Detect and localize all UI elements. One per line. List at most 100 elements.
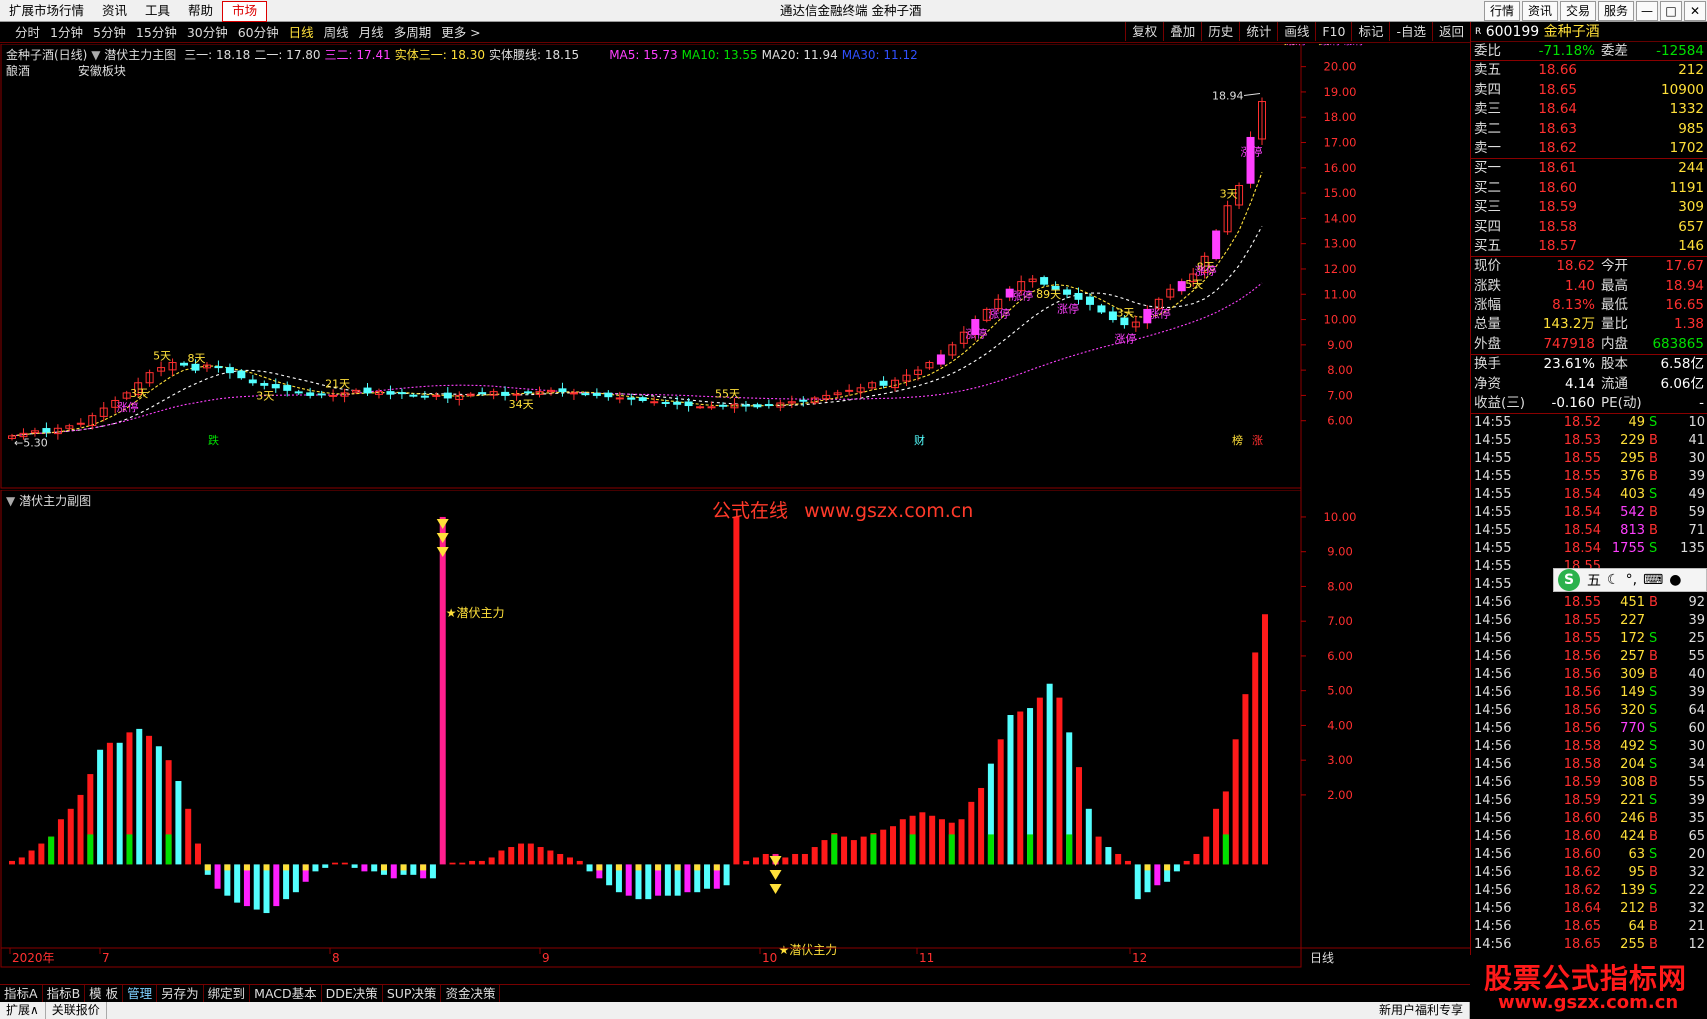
period-tab-2[interactable]: 5分钟 [88,22,131,43]
indicator-bar [1232,739,1239,865]
indicator-tab-8[interactable]: SUP决策 [383,985,442,1002]
trade-button[interactable]: 交易 [1559,1,1596,21]
title-bar: 扩展市场行情 资讯 工具 帮助 市场 通达信金融终端 金种子酒 行情 资讯 交易… [0,0,1707,22]
low-price-mark: ←5.30 [14,436,48,449]
candle-body [386,391,395,395]
day-count-label: 5天 [153,350,171,363]
indicator-tabs: 指标A 指标B 模 板管理 另存为 绑定到 MACD基本 DDE决策 SUP决策 资金决策 [0,984,1470,1002]
indicator-bar-yellow [596,864,603,871]
indicator-tab-7[interactable]: DDE决策 [322,985,383,1002]
candle-body [501,391,510,396]
ime-mode[interactable]: 五 [1584,570,1604,590]
promo-link[interactable]: 新用户福利专享 [1373,1002,1470,1019]
punct-icon[interactable]: °, [1623,572,1640,588]
quote-button[interactable]: 行情 [1483,1,1520,21]
menu-extended-market[interactable]: 扩展市场行情 [0,0,93,22]
action-button-5[interactable]: F10 [1315,22,1351,41]
expand-button[interactable]: 扩展∧ [0,1002,46,1019]
tick-list[interactable]: 14:55 18.52 49 S 10 14:55 18.53 229 B 41 14:55 18.5… [1471,414,1707,954]
action-button-0[interactable]: 复权 [1125,22,1163,41]
indicator-tab-4[interactable]: 另存为 [157,985,204,1002]
period-tab-6[interactable]: 日线 [284,22,319,43]
action-button-3[interactable]: 统计 [1239,22,1277,41]
indicator-bar [351,864,358,868]
event-tag[interactable]: 榜 [1232,433,1243,447]
indicator-tab-0[interactable]: 指标A [0,985,43,1002]
chevron-down-icon[interactable]: ▼ [91,48,100,62]
event-tag[interactable]: 财 [914,433,925,447]
menu-help[interactable]: 帮助 [179,0,222,22]
action-button-1[interactable]: 叠加 [1163,22,1201,41]
indicator-tab-5[interactable]: 绑定到 [204,985,251,1002]
candlestick-chart[interactable]: 20.00 19.00 18.00 17.00 16.00 15.00 14.00 13.00… [0,33,1470,490]
indicator-bar-yellow [302,864,309,871]
period-tab-8[interactable]: 月线 [354,22,389,43]
period-tab-0[interactable]: 分时 [10,22,45,43]
stat-row-2-value2: 16.65 [1665,297,1704,314]
minimize-icon[interactable]: — [1636,1,1658,21]
service-button[interactable]: 服务 [1597,1,1634,21]
period-tab-10[interactable]: 更多 > [436,22,485,43]
news-button[interactable]: 资讯 [1521,1,1558,21]
period-tab-7[interactable]: 周线 [319,22,354,43]
bid-row-1-label: 买二 [1474,179,1501,196]
indicator-tab-1[interactable]: 指标B [43,985,86,1002]
menu-tools[interactable]: 工具 [136,0,179,22]
weibi-value: -71.18% [1538,43,1595,59]
tick-time: 14:56 [1474,919,1512,935]
window-title: 通达信金融终端 金种子酒 [780,3,922,18]
tick-price: 18.60 [1563,829,1601,845]
period-tab-9[interactable]: 多周期 [389,22,437,43]
action-button-4[interactable]: 画线 [1277,22,1315,41]
action-button-6[interactable]: 标记 [1351,22,1389,41]
tick-count: 20 [1688,847,1705,863]
tick-side: S [1649,739,1658,755]
maximize-icon[interactable]: □ [1660,1,1682,21]
close-icon[interactable]: ✕ [1684,1,1706,21]
stat-row-1-label2: 最高 [1601,277,1628,294]
moon-icon[interactable]: ☾ [1604,572,1623,588]
menu-news[interactable]: 资讯 [93,0,136,22]
period-tab-5[interactable]: 60分钟 [233,22,284,43]
region-tag[interactable]: 安徽板块 [78,64,126,78]
period-tab-1[interactable]: 1分钟 [45,22,88,43]
indicator-bar-green [987,834,994,865]
action-button-7[interactable]: -自选 [1389,22,1432,41]
keyboard-icon[interactable]: ⌨ [1640,572,1666,588]
sub-indicator-name[interactable]: 潜伏主力副图 [19,494,91,508]
action-button-2[interactable]: 历史 [1201,22,1239,41]
bid-book: 买一 18.61 244 买二 18.60 1191 买三 18.59 309 买四 18.58 65… [1471,159,1707,258]
indicator-bar [116,742,123,865]
chevron-down-icon[interactable]: ▼ [6,494,15,508]
candle-body [581,393,590,396]
fund-row-2-value: -0.160 [1551,395,1595,412]
main-chart-panel[interactable]: 20.00 19.00 18.00 17.00 16.00 15.00 14.00 13.00… [0,33,1470,490]
user-icon[interactable]: ● [1666,572,1684,588]
indicator-tab-9[interactable]: 资金决策 [441,985,501,1002]
period-tab-3[interactable]: 15分钟 [131,22,182,43]
related-quotes-button[interactable]: 关联报价 [46,1002,107,1019]
tick-count: 41 [1688,433,1705,449]
indicator-tab-3[interactable]: 管理 [123,985,158,1002]
sub-chart-panel[interactable]: 10.00 9.00 8.00 7.00 6.00 5.00 4.00 3.00 2.00 ★潜伏… [0,489,1470,984]
sogou-logo-icon[interactable]: S [1558,569,1580,591]
stat-row-1-label: 涨跌 [1474,277,1501,294]
title-right-buttons: 行情 资讯 交易 服务 — □ ✕ [1483,0,1707,22]
candle-body [764,404,773,407]
event-tag[interactable]: 涨 [1252,434,1263,447]
main-indicator-name[interactable]: 潜伏主力主图 [104,48,176,62]
ime-toolbar[interactable]: S 五 ☾ °, ⌨ ● [1553,568,1707,592]
indicator-bar [723,864,730,886]
tick-price: 18.60 [1563,811,1601,827]
event-tag[interactable]: 跌 [208,433,219,447]
indicator-tab-2[interactable]: 模 板 [85,985,124,1002]
indicator-tab-6[interactable]: MACD基本 [250,985,322,1002]
industry-tag[interactable]: 酿酒 [6,64,30,78]
action-button-8[interactable]: 返回 [1431,22,1470,41]
day-count-label: 3天 [256,389,274,402]
menu-market[interactable]: 市场 [222,1,268,22]
period-tab-4[interactable]: 30分钟 [182,22,233,43]
indicator-bar [361,864,368,872]
indicator-bar-chart[interactable]: 10.00 9.00 8.00 7.00 6.00 5.00 4.00 3.00 2.00 ★潜伏… [0,489,1470,984]
candle-body [294,391,303,394]
